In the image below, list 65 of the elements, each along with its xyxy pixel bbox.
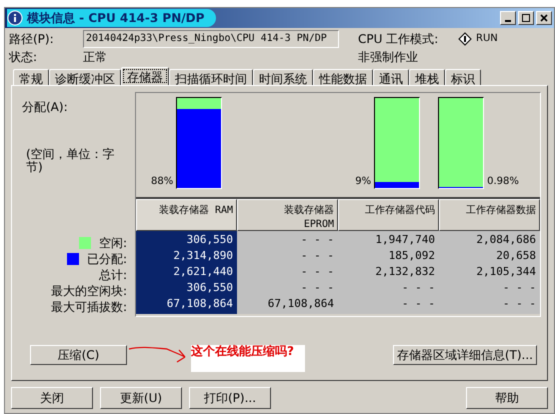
tab[interactable]: 存储器	[121, 67, 169, 85]
table-cell-text: 2,132,832	[374, 264, 436, 280]
table-cell-text: - - -	[502, 280, 537, 296]
dialog-button[interactable]: 更新(U)	[100, 387, 182, 409]
table-cell-text: 20,658	[495, 248, 537, 264]
dialog-button[interactable]: 关闭	[11, 387, 93, 409]
table-cell-text: - - -	[300, 248, 335, 264]
memory-details-button[interactable]: 存储器区域详细信息(T)...	[392, 344, 537, 364]
row-label: 已分配:	[86, 251, 127, 267]
table-cell-text: - - -	[400, 280, 436, 296]
tab[interactable]: 通讯	[373, 69, 409, 85]
table-cell-text: 2,621,440	[172, 264, 234, 280]
tab[interactable]: 常规	[13, 69, 49, 85]
close-button[interactable]	[536, 11, 552, 25]
table-cell-text: 306,550	[186, 232, 234, 248]
table-cell-text: 185,092	[388, 248, 436, 264]
percent-label: 9%	[354, 175, 372, 189]
column-header: 装载存储器 RAM	[136, 199, 237, 231]
mode-value: RUN	[476, 32, 498, 46]
row-label: 最大的空闲块:	[50, 283, 127, 299]
tab[interactable]: 堆栈	[409, 69, 445, 85]
annotation-note: 这个在线能压缩吗?	[191, 345, 305, 372]
table-cell-text: - - -	[300, 264, 335, 280]
tab[interactable]: 性能数据	[313, 69, 373, 85]
window-title: 模块信息 - CPU 414-3 PN/DP	[27, 10, 204, 27]
table-cell-text: 2,314,890	[172, 248, 234, 264]
row-label: 总计:	[98, 267, 127, 283]
column-header: 工作存储器代码	[338, 199, 439, 231]
table-cell-text: 1,947,740	[374, 232, 436, 248]
compress-button[interactable]: 压缩(C)	[30, 344, 127, 364]
allocation-label: 分配(A):	[22, 99, 69, 116]
tab[interactable]: 诊断缓冲区	[49, 69, 121, 85]
maximize-button[interactable]	[518, 11, 534, 25]
status-label: 状态:	[9, 48, 38, 66]
path-label: 路径(P):	[9, 30, 55, 48]
row-label: 最大可插拔数:	[50, 299, 127, 315]
status-value: 正常	[83, 48, 108, 66]
column-header: 工作存储器数据	[439, 199, 540, 231]
column-header: 装载存储器 EPROM	[237, 199, 338, 231]
table-cell-text: - - -	[300, 232, 335, 248]
maximize-icon	[522, 14, 530, 22]
table-cell-text: 67,108,864	[166, 296, 234, 312]
table-cell-text: 67,108,864	[266, 296, 335, 312]
table-cell-text: - - -	[400, 296, 436, 312]
table-cell-text: - - -	[300, 280, 335, 296]
tab[interactable]: 扫描循环时间	[169, 69, 253, 85]
path-field: 20140424p33\Press_Ningbo\CPU 414-3 PN/DP	[83, 30, 339, 48]
table-cell-text: 2,084,686	[475, 232, 537, 248]
table-cell-text: 306,550	[186, 280, 234, 296]
diamond-icon	[458, 32, 472, 46]
percent-label: 0.98%	[486, 175, 520, 189]
row-label: 空闲:	[98, 235, 127, 251]
dialog-button[interactable]: 打印(P)...	[189, 387, 271, 409]
minimize-button[interactable]	[500, 11, 516, 25]
percent-label: 88%	[150, 175, 174, 189]
dialog-button[interactable]: 帮助	[466, 387, 548, 409]
mode-label: CPU 工作模式:	[358, 30, 440, 48]
unit-label: (空间，单位：字节)	[26, 148, 116, 174]
tab[interactable]: 时间系统	[253, 69, 313, 85]
table-cell-text: - - -	[502, 296, 537, 312]
close-icon	[540, 14, 548, 22]
info-icon	[7, 10, 23, 26]
table-cell-text: 2,105,344	[475, 264, 537, 280]
tab[interactable]: 标识	[445, 69, 481, 85]
force-status: 非强制作业	[358, 48, 418, 66]
